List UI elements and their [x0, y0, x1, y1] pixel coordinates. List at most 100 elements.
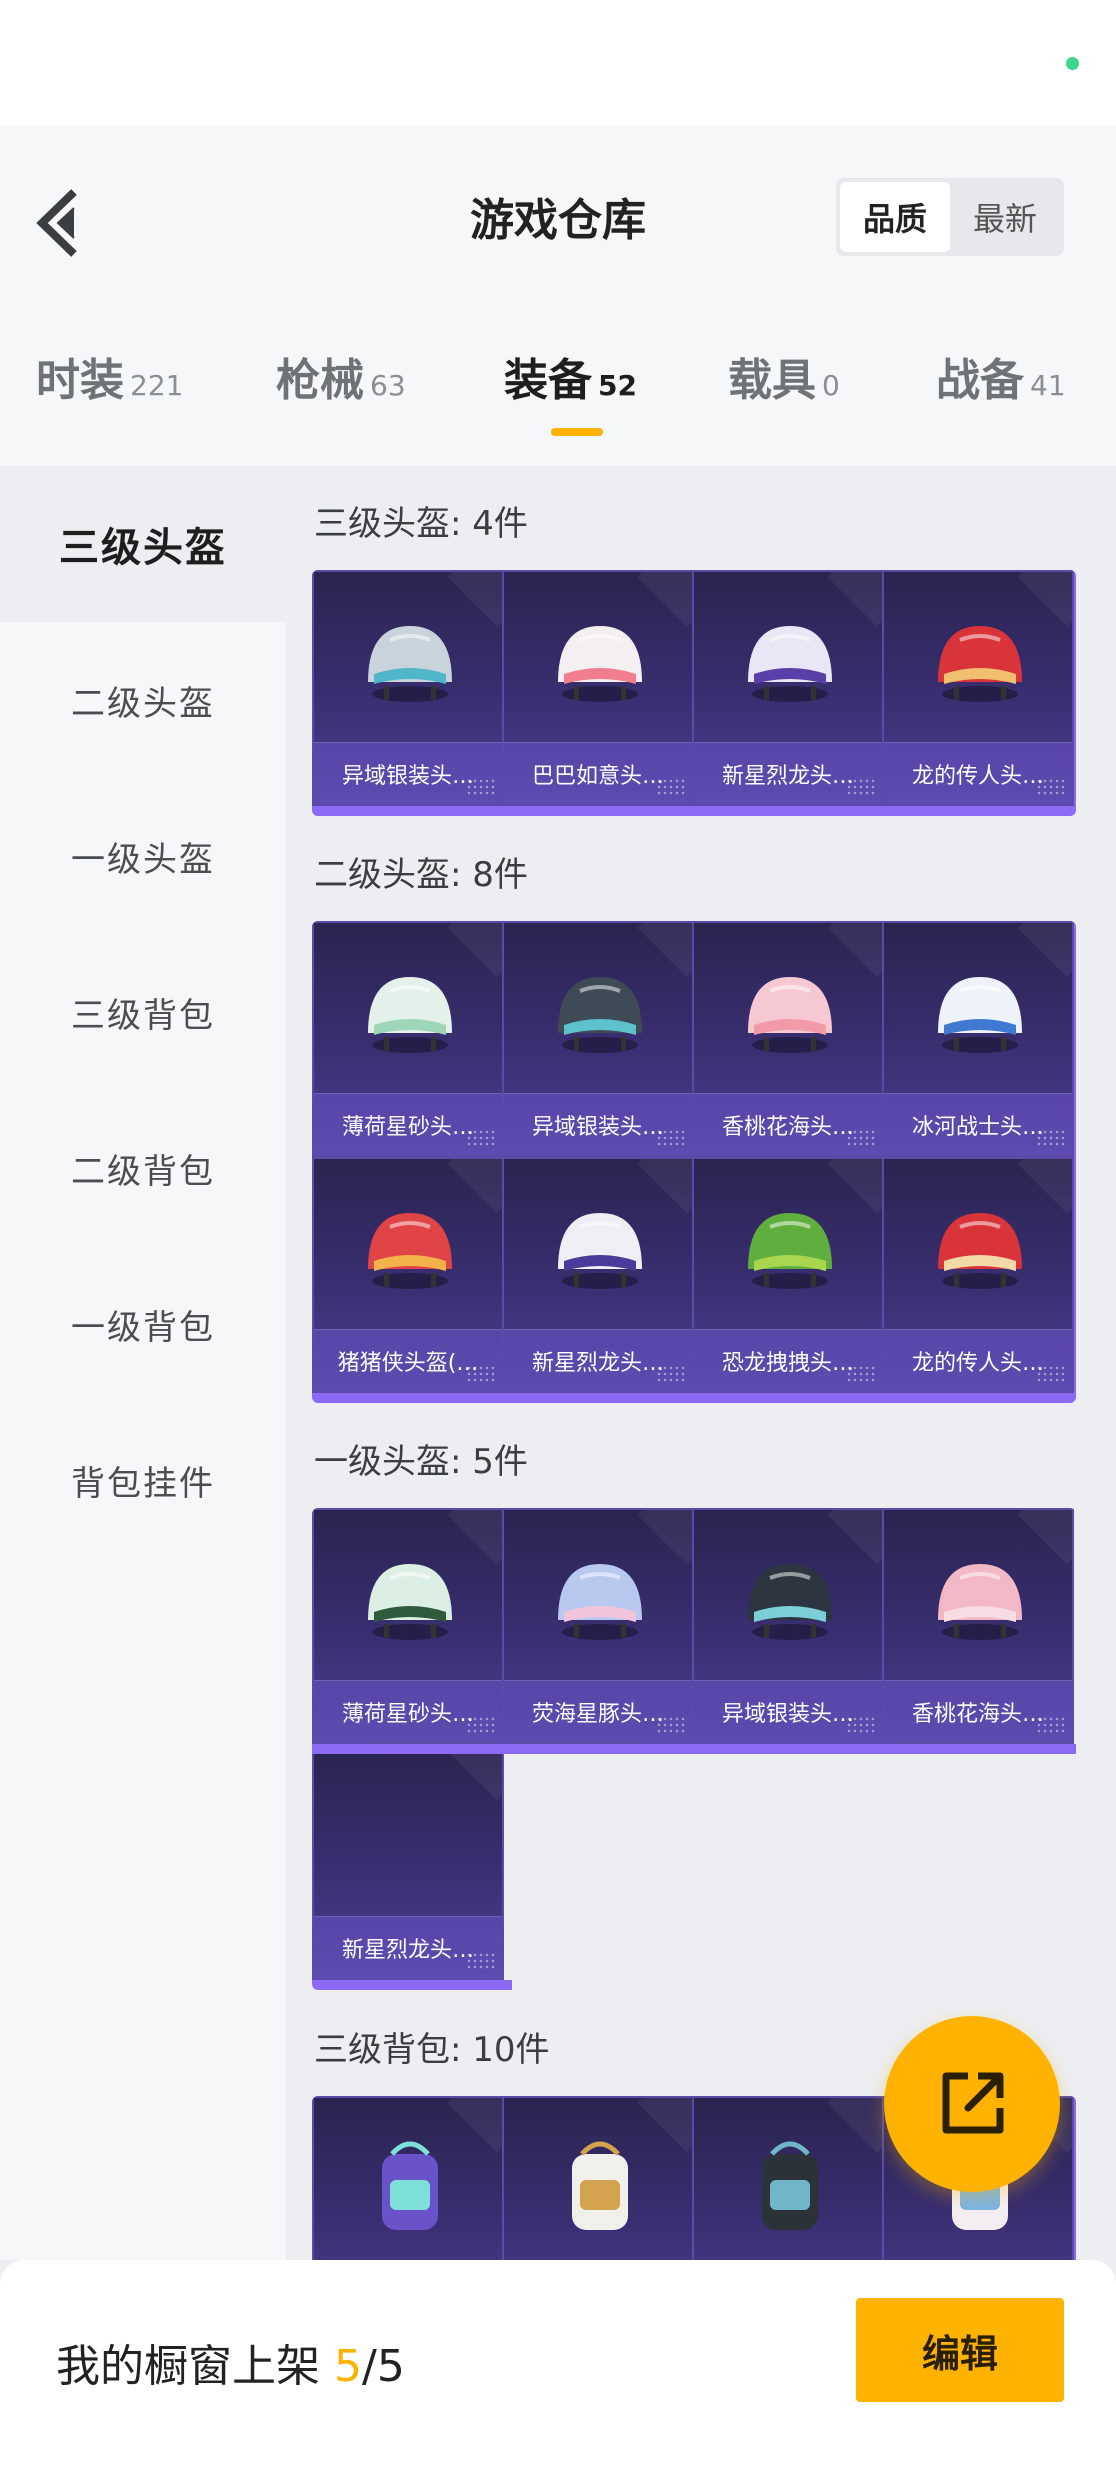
item-card[interactable]: 新星烈龙头…	[312, 1744, 504, 1980]
sidebar-item-level1-helmet[interactable]: 一级头盔	[0, 778, 286, 934]
helmet-white-pink-icon	[558, 626, 642, 702]
tab-supplies[interactable]: 战备 41	[936, 344, 1066, 408]
backpack-white-icon	[572, 2141, 628, 2230]
sort-toggle: 品质 最新	[836, 178, 1064, 256]
helmet-pink-open-icon	[938, 1564, 1022, 1640]
item-list[interactable]: 三级头盔: 4件 异域银装头… 巴巴如意头… 新星烈龙头… 龙的传人头… 二级头…	[286, 466, 1116, 2260]
row-divider	[312, 1980, 512, 1990]
item-name: 巴巴如意头…	[504, 742, 692, 804]
helmet-silver-icon	[368, 626, 452, 702]
section-title: 一级头盔: 5件	[314, 1442, 528, 1482]
item-name: 新星烈龙头…	[314, 1916, 502, 1978]
helmet-silver-teal-icon	[558, 977, 642, 1053]
item-card[interactable]: 香桃花海头…	[692, 921, 884, 1157]
item-card[interactable]	[312, 2096, 504, 2260]
footer-bar: 我的橱窗上架 5/5 编辑	[0, 2260, 1116, 2484]
item-name: 荧海星豚头…	[504, 1680, 692, 1742]
sidebar-item-level2-helmet[interactable]: 二级头盔	[0, 622, 286, 778]
tab-equipment[interactable]: 装备 52	[504, 344, 637, 408]
tab-firearms[interactable]: 枪械 63	[276, 344, 406, 408]
row-divider	[312, 1744, 1076, 1754]
status-bar	[0, 0, 1116, 126]
showcase-status: 我的橱窗上架 5/5	[56, 2330, 405, 2394]
helmet-silver-black-icon	[748, 1564, 832, 1640]
item-name: 新星烈龙头…	[694, 742, 882, 804]
item-card[interactable]	[692, 2096, 884, 2260]
helmet-mint-icon	[368, 977, 452, 1053]
item-name: 冰河战士头…	[884, 1093, 1072, 1155]
item-name: 异域银装头…	[694, 1680, 882, 1742]
item-card[interactable]: 异域银装头…	[502, 921, 694, 1157]
item-name: 恐龙拽拽头…	[694, 1329, 882, 1391]
tab-count: 63	[370, 369, 406, 402]
item-card[interactable]: 猪猪侠头盔(…	[312, 1157, 504, 1393]
item-grid: 薄荷星砂头… 异域银装头… 香桃花海头… 冰河战士头… 猪猪侠头盔(… 新星烈龙	[312, 921, 1076, 1403]
tab-count: 0	[822, 369, 840, 402]
tab-label: 战备	[936, 355, 1024, 406]
helmet-pig-icon	[368, 1213, 452, 1289]
tab-count: 221	[130, 369, 184, 402]
showcase-count-current: 5	[334, 2341, 362, 2392]
tab-count: 52	[598, 369, 637, 402]
item-card[interactable]: 异域银装头…	[692, 1508, 884, 1744]
tab-fashion[interactable]: 时装 221	[36, 344, 183, 408]
item-card[interactable]: 薄荷星砂头…	[312, 921, 504, 1157]
item-name: 香桃花海头…	[694, 1093, 882, 1155]
helmet-dragon-white-icon	[558, 1213, 642, 1289]
item-name: 龙的传人头…	[884, 1329, 1072, 1391]
sidebar-item-level3-backpack[interactable]: 三级背包	[0, 934, 286, 1090]
item-name: 异域银装头…	[314, 742, 502, 804]
showcase-label: 我的橱窗上架	[56, 2341, 320, 2392]
backpack-black-icon	[762, 2141, 818, 2230]
item-card[interactable]: 新星烈龙头…	[502, 1157, 694, 1393]
item-name: 薄荷星砂头…	[314, 1680, 502, 1742]
item-name: 异域银装头…	[504, 1093, 692, 1155]
helmet-mint-open-icon	[368, 1564, 452, 1640]
item-card[interactable]: 冰河战士头…	[882, 921, 1074, 1157]
item-name: 香桃花海头…	[884, 1680, 1072, 1742]
item-name: 龙的传人头…	[884, 742, 1072, 804]
item-card[interactable]: 龙的传人头…	[882, 1157, 1074, 1393]
tab-vehicles[interactable]: 载具 0	[728, 344, 840, 408]
item-card[interactable]: 巴巴如意头…	[502, 570, 694, 806]
sort-quality-button[interactable]: 品质	[840, 182, 950, 252]
item-card[interactable]: 恐龙拽拽头…	[692, 1157, 884, 1393]
tab-label: 装备	[504, 355, 592, 406]
item-card[interactable]: 薄荷星砂头…	[312, 1508, 504, 1744]
section-title: 三级背包: 10件	[314, 2030, 550, 2070]
external-link-icon	[942, 2072, 1004, 2134]
item-card[interactable]: 荧海星豚头…	[502, 1508, 694, 1744]
item-grid: 薄荷星砂头… 荧海星豚头… 异域银装头… 香桃花海头… 新星烈龙头…	[312, 1508, 1076, 1990]
sidebar-item-level2-backpack[interactable]: 二级背包	[0, 1090, 286, 1246]
tab-label: 时装	[36, 355, 124, 406]
share-floating-button[interactable]	[884, 2016, 1060, 2192]
item-card[interactable]: 新星烈龙头…	[692, 570, 884, 806]
item-name: 猪猪侠头盔(…	[314, 1329, 502, 1391]
edit-button[interactable]: 编辑	[856, 2298, 1064, 2402]
item-name: 新星烈龙头…	[504, 1329, 692, 1391]
backpack-purple-icon	[382, 2141, 438, 2230]
helmet-ice-blue-icon	[938, 977, 1022, 1053]
tab-count: 41	[1030, 369, 1066, 402]
tab-label: 枪械	[276, 355, 364, 406]
sidebar-item-level3-helmet[interactable]: 三级头盔	[0, 466, 286, 622]
item-card[interactable]	[502, 2096, 694, 2260]
sidebar-item-level1-backpack[interactable]: 一级背包	[0, 1246, 286, 1402]
helmet-dolphin-icon	[558, 1564, 642, 1640]
item-card[interactable]: 异域银装头…	[312, 570, 504, 806]
helmet-red-icon	[938, 1213, 1022, 1289]
sidebar: 三级头盔 二级头盔 一级头盔 三级背包 二级背包 一级背包 背包挂件	[0, 466, 286, 2260]
sidebar-item-backpack-pendant[interactable]: 背包挂件	[0, 1402, 286, 1558]
item-card[interactable]: 香桃花海头…	[882, 1508, 1074, 1744]
active-tab-indicator	[551, 428, 603, 436]
sort-newest-button[interactable]: 最新	[950, 182, 1060, 252]
header: 游戏仓库 品质 最新 时装 221 枪械 63 装备 52 载具 0 战备 41	[0, 126, 1116, 466]
helmet-red-dragon-icon	[938, 626, 1022, 702]
item-card[interactable]: 龙的传人头…	[882, 570, 1074, 806]
section-title: 三级头盔: 4件	[314, 504, 528, 544]
section-title: 二级头盔: 8件	[314, 855, 528, 895]
tab-label: 载具	[728, 355, 816, 406]
status-indicator-dot	[1066, 57, 1079, 70]
item-grid: 异域银装头… 巴巴如意头… 新星烈龙头… 龙的传人头…	[312, 570, 1076, 816]
helmet-pink-icon	[748, 977, 832, 1053]
